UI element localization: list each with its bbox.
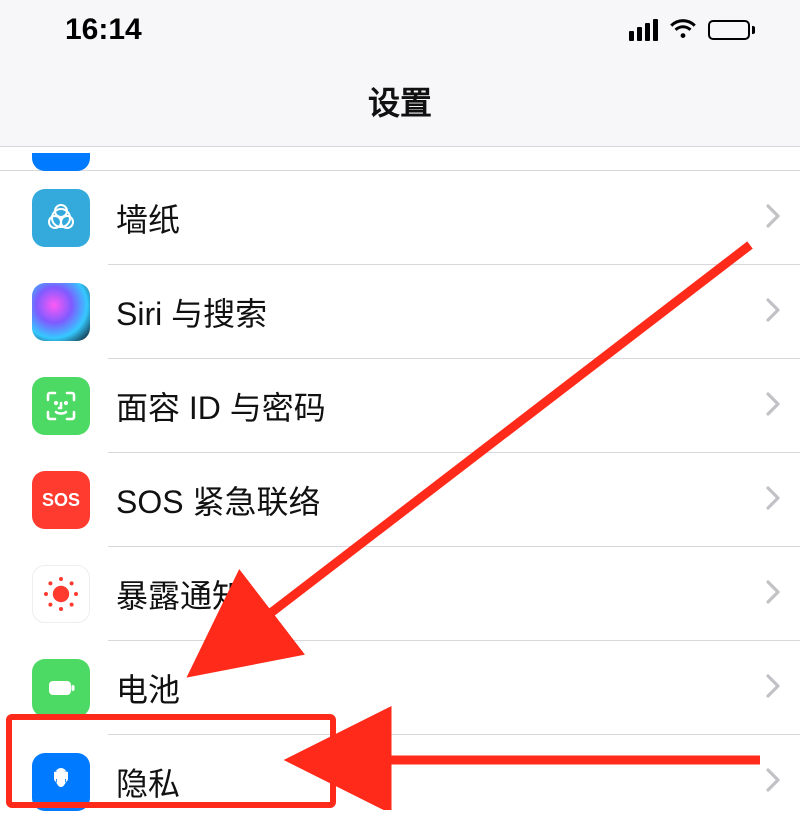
exposure-icon — [32, 565, 90, 623]
cellular-icon — [629, 19, 658, 41]
row-exposure[interactable]: 暴露通知 — [0, 547, 800, 641]
row-faceid[interactable]: 面容 ID 与密码 — [0, 359, 800, 453]
row-privacy[interactable]: 隐私 — [0, 735, 800, 829]
row-battery[interactable]: 电池 — [0, 641, 800, 735]
siri-icon — [32, 283, 90, 341]
partial-previous-row — [0, 147, 800, 171]
status-bar: 16:14 — [0, 0, 800, 60]
chevron-right-icon — [750, 204, 780, 233]
row-siri[interactable]: Siri 与搜索 — [0, 265, 800, 359]
battery-row-icon — [32, 659, 90, 717]
row-faceid-label: 面容 ID 与密码 — [116, 383, 750, 429]
row-exposure-label: 暴露通知 — [116, 571, 750, 617]
row-siri-label: Siri 与搜索 — [116, 289, 750, 335]
row-sos[interactable]: SOS SOS 紧急联络 — [0, 453, 800, 547]
chevron-right-icon — [750, 580, 780, 609]
page-title: 设置 — [0, 60, 800, 147]
wallpaper-icon — [32, 189, 90, 247]
status-time: 16:14 — [65, 13, 142, 47]
sos-icon: SOS — [32, 471, 90, 529]
chevron-right-icon — [750, 298, 780, 327]
chevron-right-icon — [750, 674, 780, 703]
row-sos-label: SOS 紧急联络 — [116, 477, 750, 523]
faceid-icon — [32, 377, 90, 435]
battery-icon — [708, 20, 755, 40]
wifi-icon — [668, 19, 698, 41]
row-battery-label: 电池 — [116, 665, 750, 711]
chevron-right-icon — [750, 768, 780, 797]
row-privacy-label: 隐私 — [116, 759, 750, 805]
chevron-right-icon — [750, 486, 780, 515]
partial-icon — [32, 153, 90, 171]
privacy-icon — [32, 753, 90, 811]
row-wallpaper[interactable]: 墙纸 — [0, 171, 800, 265]
status-indicators — [629, 19, 755, 41]
chevron-right-icon — [750, 392, 780, 421]
settings-list: 墙纸 Siri 与搜索 面容 ID 与密码 SOS — [0, 171, 800, 829]
row-wallpaper-label: 墙纸 — [116, 195, 750, 241]
